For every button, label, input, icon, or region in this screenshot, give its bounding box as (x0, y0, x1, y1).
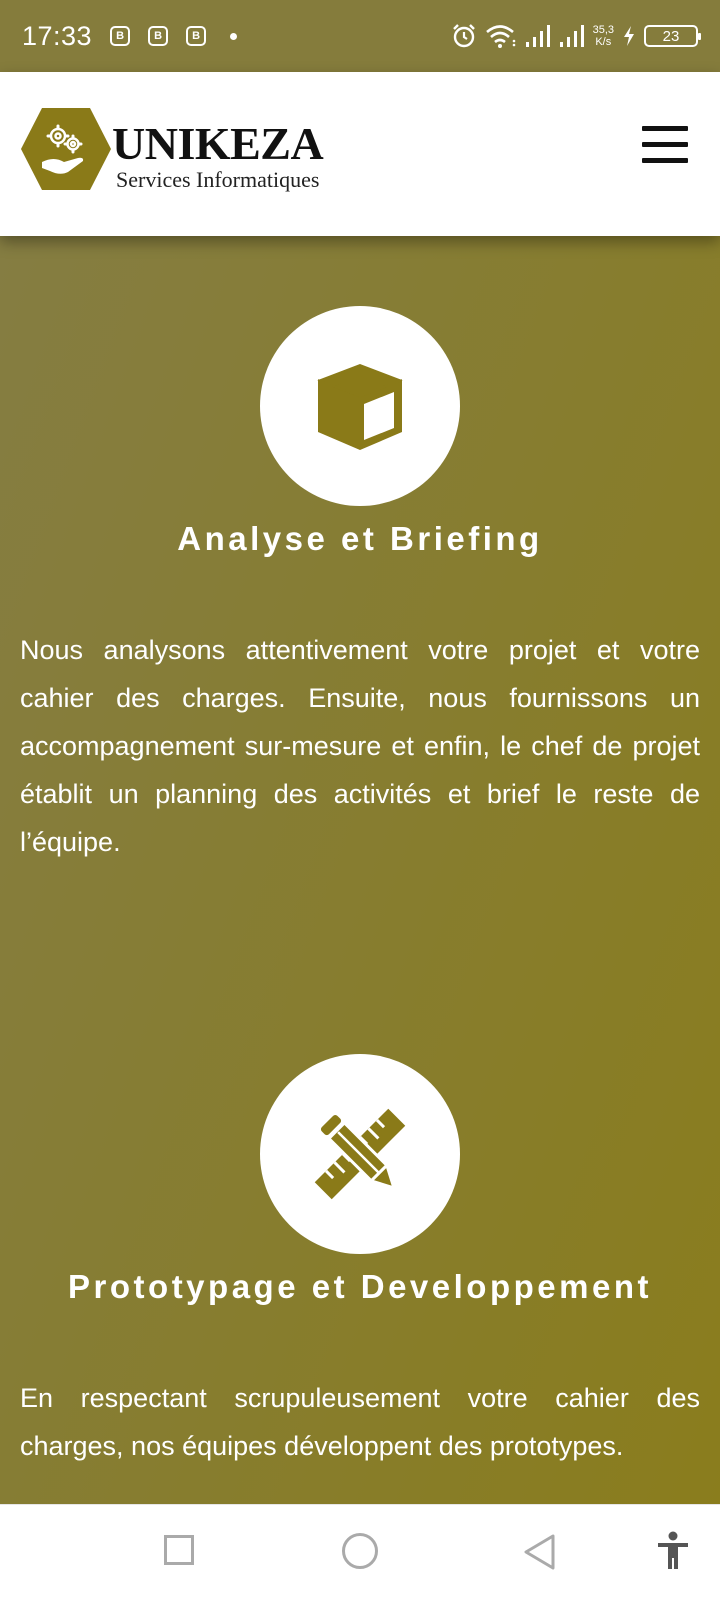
notification-app-icon: B (110, 26, 131, 46)
menu-bar (642, 126, 688, 131)
section-description: Nous analysons attentivement votre proje… (20, 635, 700, 857)
menu-bar (642, 158, 688, 163)
network-speed-unit: K/s (595, 36, 612, 48)
logo-hexagon-icon[interactable] (20, 106, 112, 192)
signal-icon (525, 25, 550, 47)
network-speed: 35,3 K/s (593, 24, 614, 48)
battery-level: 23 (644, 25, 701, 47)
alarm-icon (452, 24, 475, 48)
site-header: UNIKEZA Services Informatiques (0, 72, 720, 236)
home-icon[interactable] (342, 1533, 378, 1569)
section-title: Analyse et Briefing (177, 520, 543, 557)
section-description: En respectant scrupuleusement votre cahi… (20, 1383, 700, 1461)
brand-subtitle: Services Informatiques (116, 167, 320, 192)
notification-app-icon: B (148, 26, 169, 46)
network-speed-value: 35,3 (592, 24, 614, 36)
brand-name[interactable]: UNIKEZA (112, 120, 324, 168)
more-notifications-dot-icon (230, 32, 238, 40)
wifi-icon (485, 25, 515, 48)
accessibility-icon[interactable] (656, 1531, 690, 1571)
pencil-ruler-icon (314, 1108, 406, 1200)
process-section: Analyse et Briefing Nous analysons atten… (0, 236, 720, 1504)
status-time: 17:33 (22, 20, 93, 51)
recent-apps-icon[interactable] (164, 1535, 194, 1565)
cube-icon (317, 364, 403, 450)
system-navigation-bar (0, 1504, 720, 1600)
signal-icon (559, 25, 584, 47)
notification-icons: B B B (110, 26, 238, 46)
status-bar: 17:33 B B B 35,3 K/s 23 (0, 0, 720, 72)
status-indicators: 35,3 K/s 23 (451, 23, 701, 49)
back-icon[interactable] (522, 1533, 556, 1571)
menu-bar (642, 142, 688, 147)
section-title: Prototypage et Developpement (68, 1268, 652, 1305)
hamburger-menu-icon[interactable] (642, 126, 688, 166)
notification-app-icon: B (186, 26, 207, 46)
feature-circle (260, 306, 460, 506)
feature-circle (260, 1054, 460, 1254)
charging-icon (624, 26, 634, 46)
